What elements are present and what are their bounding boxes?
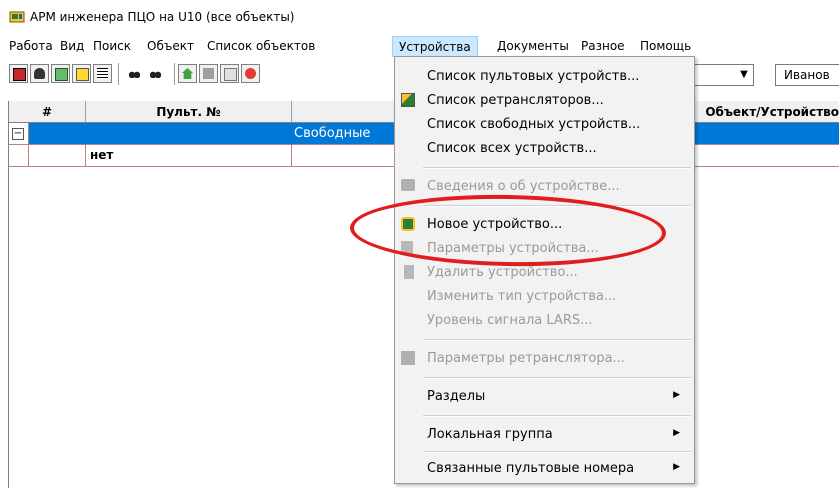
list-icon xyxy=(97,68,108,79)
menu-item-repeaters[interactable]: Список ретрансляторов... xyxy=(395,89,694,113)
column-header-number[interactable]: # xyxy=(9,101,86,123)
menu-item-lars-signal[interactable]: Уровень сигнала LARS... xyxy=(395,309,694,333)
chevron-down-icon[interactable]: ▼ xyxy=(735,65,753,85)
menu-item-repeater-params[interactable]: Параметры ретранслятора... xyxy=(395,347,694,371)
submenu-arrow-icon: ▶ xyxy=(673,428,680,438)
find-button[interactable] xyxy=(126,64,145,83)
device-info-icon xyxy=(401,179,415,191)
find-next-button[interactable] xyxy=(147,64,166,83)
menu-separator xyxy=(423,339,691,341)
toolbar-separator xyxy=(174,63,175,85)
menu-item-local-group[interactable]: Локальная группа ▶ xyxy=(395,423,694,447)
submenu-arrow-icon: ▶ xyxy=(673,390,680,400)
menu-item-change-type[interactable]: Изменить тип устройства... xyxy=(395,285,694,309)
menu-search[interactable]: Поиск xyxy=(93,39,131,53)
object-button[interactable] xyxy=(199,64,218,83)
alarm-button[interactable] xyxy=(241,64,260,83)
menu-item-device-info[interactable]: Сведения о об устройстве... xyxy=(395,175,694,199)
document-icon xyxy=(224,68,237,81)
binoculars-icon xyxy=(129,67,140,78)
repeater-list-icon xyxy=(401,93,415,107)
submenu-arrow-icon: ▶ xyxy=(673,462,680,472)
menu-item-free-devices[interactable]: Список свободных устройств... xyxy=(395,113,694,137)
window-title: АРМ инженера ПЦО на U10 (все объекты) xyxy=(30,10,295,24)
column-header-console-number[interactable]: Пульт. № xyxy=(86,101,292,123)
device-params-icon xyxy=(401,241,413,254)
operator-value: Иванов xyxy=(784,68,830,82)
title-bar: АРМ инженера ПЦО на U10 (все объекты) xyxy=(0,0,839,34)
filter-combo[interactable]: ▼ xyxy=(694,64,754,86)
home-button[interactable] xyxy=(178,64,197,83)
menu-view[interactable]: Вид xyxy=(60,39,84,53)
expander-cell xyxy=(9,145,29,167)
refresh-icon xyxy=(55,68,68,81)
menu-object-list[interactable]: Список объектов xyxy=(207,39,315,53)
menu-item-linked-console-numbers[interactable]: Связанные пультовые номера ▶ xyxy=(395,457,694,481)
menu-item-device-params[interactable]: Параметры устройства... xyxy=(395,237,694,261)
collapse-icon[interactable]: − xyxy=(12,128,24,140)
app-icon xyxy=(9,11,25,23)
menu-separator xyxy=(423,167,691,169)
menu-item-console-devices[interactable]: Список пультовых устройств... xyxy=(395,65,694,89)
tree-icon xyxy=(76,68,89,81)
devices-dropdown-menu: Список пультовых устройств... Список рет… xyxy=(394,56,695,484)
refresh-button[interactable] xyxy=(51,64,70,83)
tree-button[interactable] xyxy=(72,64,91,83)
operator-combo[interactable]: Иванов xyxy=(775,64,839,86)
menu-separator xyxy=(423,451,691,453)
repeater-params-icon xyxy=(401,351,415,365)
expander-cell[interactable]: − xyxy=(9,123,29,145)
menu-item-new-device[interactable]: Новое устройство... xyxy=(395,213,694,237)
menu-item-all-devices[interactable]: Список всех устройств... xyxy=(395,137,694,161)
menu-item-sections[interactable]: Разделы ▶ xyxy=(395,385,694,409)
home-icon xyxy=(182,68,193,79)
row-num-cell xyxy=(29,123,86,145)
menu-separator xyxy=(423,415,691,417)
toolbar-separator xyxy=(118,63,119,85)
door-icon xyxy=(13,68,26,81)
new-device-icon xyxy=(401,217,415,231)
exit-button[interactable] xyxy=(9,64,28,83)
menu-help[interactable]: Помощь xyxy=(640,39,691,53)
row-console-cell: нет xyxy=(86,145,292,167)
alarm-icon xyxy=(245,68,256,79)
menu-object[interactable]: Объект xyxy=(147,39,194,53)
menu-item-delete-device[interactable]: Удалить устройство... xyxy=(395,261,694,285)
row-console-cell xyxy=(86,123,292,145)
binoculars-next-icon xyxy=(150,67,161,78)
menu-work[interactable]: Работа xyxy=(9,39,53,53)
delete-device-icon xyxy=(404,265,414,279)
menu-devices[interactable]: Устройства xyxy=(392,36,478,58)
user-button[interactable] xyxy=(30,64,49,83)
menu-misc[interactable]: Разное xyxy=(581,39,625,53)
building-icon xyxy=(203,68,214,79)
document-button[interactable] xyxy=(220,64,239,83)
list-button[interactable] xyxy=(93,64,112,83)
row-num-cell xyxy=(29,145,86,167)
menu-bar: Работа Вид Поиск Объект Список объектов … xyxy=(0,34,839,58)
menu-separator xyxy=(423,377,691,379)
menu-separator xyxy=(423,205,691,207)
menu-documents[interactable]: Документы xyxy=(497,39,569,53)
user-icon xyxy=(34,68,45,79)
